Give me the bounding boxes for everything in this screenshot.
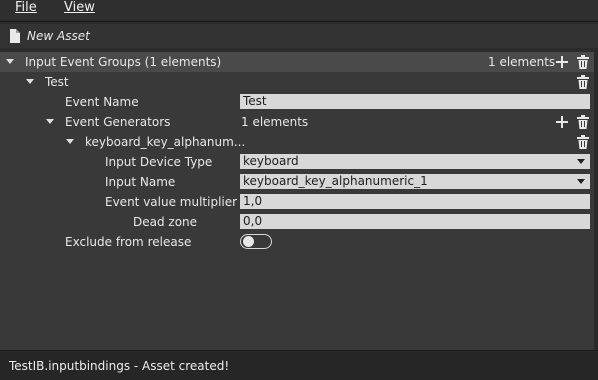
menu-view[interactable]: View xyxy=(64,0,95,18)
status-separator xyxy=(0,350,598,351)
menu-separator xyxy=(0,21,598,22)
input-event-groups-label: Input Event Groups (1 elements) xyxy=(25,55,222,69)
event-generators-count: 1 elements xyxy=(241,115,309,129)
menu-file-label: File xyxy=(15,0,37,15)
input-event-groups-header[interactable]: Input Event Groups (1 elements) 1 elemen… xyxy=(0,52,594,72)
dead-zone-label: Dead zone xyxy=(133,215,198,229)
toggle-knob xyxy=(243,236,254,247)
event-generators-row[interactable]: Event Generators 1 elements xyxy=(0,112,594,132)
document-icon xyxy=(9,29,21,43)
menu-file[interactable]: File xyxy=(15,0,37,18)
input-device-type-row: Input Device Type keyboard xyxy=(0,152,594,172)
status-bar: TestIB.inputbindings - Asset created! xyxy=(0,352,598,380)
input-device-type-value: keyboard xyxy=(243,154,299,168)
menu-bar: File View xyxy=(0,0,598,20)
exclude-from-release-toggle[interactable] xyxy=(240,234,272,249)
dead-zone-field[interactable]: 0,0 xyxy=(240,214,590,229)
trash-icon[interactable] xyxy=(576,135,590,149)
status-message: TestIB.inputbindings - Asset created! xyxy=(9,359,230,373)
new-asset-label: New Asset xyxy=(27,29,90,43)
chevron-down-icon xyxy=(577,159,585,164)
event-name-row: Event Name Test xyxy=(0,92,594,112)
exclude-from-release-row: Exclude from release xyxy=(0,232,594,252)
collapse-arrow-icon[interactable] xyxy=(66,139,74,144)
input-name-label: Input Name xyxy=(105,175,176,189)
add-icon[interactable] xyxy=(555,115,569,129)
event-value-multiplier-field[interactable]: 1,0 xyxy=(240,194,590,209)
collapse-arrow-icon[interactable] xyxy=(6,59,14,64)
exclude-from-release-label: Exclude from release xyxy=(65,235,192,249)
input-name-value: keyboard_key_alphanumeric_1 xyxy=(243,174,428,188)
test-group-label: Test xyxy=(45,75,69,89)
add-icon[interactable] xyxy=(555,55,569,69)
event-generators-label: Event Generators xyxy=(65,115,171,129)
chevron-down-icon xyxy=(577,179,585,184)
trash-icon[interactable] xyxy=(576,55,590,69)
input-device-type-select[interactable]: keyboard xyxy=(240,154,590,169)
generator-label: keyboard_key_alphanum... xyxy=(85,135,246,149)
panel-scroll-edge xyxy=(594,52,598,350)
test-group-row[interactable]: Test xyxy=(0,72,594,92)
trash-icon[interactable] xyxy=(576,75,590,89)
trash-icon[interactable] xyxy=(576,115,590,129)
asset-editor-panel: Input Event Groups (1 elements) 1 elemen… xyxy=(0,52,594,350)
event-value-multiplier-label: Event value multiplier xyxy=(105,195,238,209)
toolbar: New Asset xyxy=(0,24,598,48)
dead-zone-row: Dead zone 0,0 xyxy=(0,212,594,232)
event-name-field[interactable]: Test xyxy=(240,94,590,109)
event-value-multiplier-row: Event value multiplier 1,0 xyxy=(0,192,594,212)
new-asset-button[interactable]: New Asset xyxy=(9,28,90,44)
menu-view-label: View xyxy=(64,0,95,15)
collapse-arrow-icon[interactable] xyxy=(46,119,54,124)
generator-row[interactable]: keyboard_key_alphanum... xyxy=(0,132,594,152)
input-name-row: Input Name keyboard_key_alphanumeric_1 xyxy=(0,172,594,192)
input-device-type-label: Input Device Type xyxy=(105,155,213,169)
input-event-groups-count: 1 elements xyxy=(488,55,556,69)
event-name-label: Event Name xyxy=(65,95,139,109)
input-name-select[interactable]: keyboard_key_alphanumeric_1 xyxy=(240,174,590,189)
collapse-arrow-icon[interactable] xyxy=(26,79,34,84)
